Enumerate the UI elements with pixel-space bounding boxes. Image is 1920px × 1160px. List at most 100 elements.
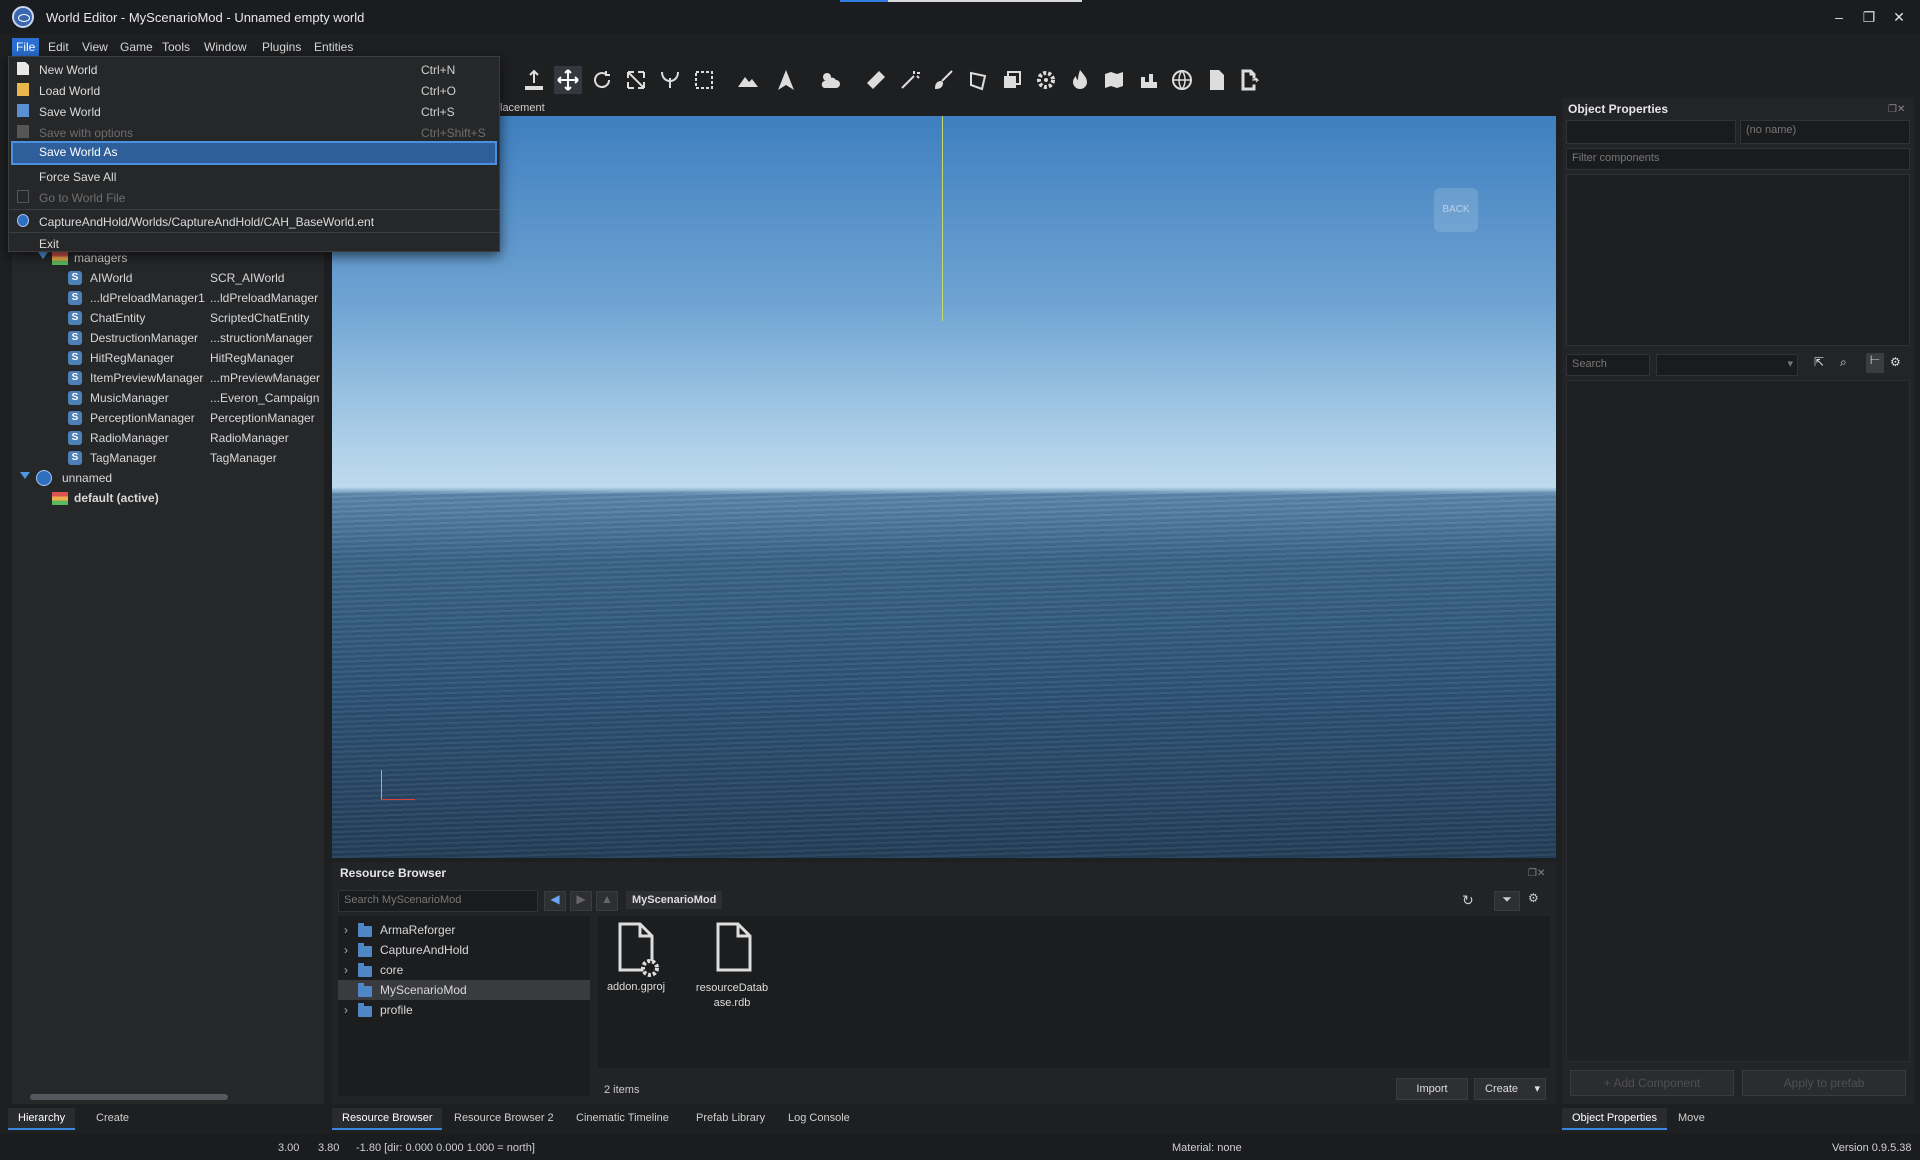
snap-to-ground-icon[interactable] [520, 66, 548, 94]
navigate-arrow-icon[interactable] [772, 66, 800, 94]
tree-row[interactable]: S HitRegManager HitRegManager [12, 348, 324, 368]
panel-float-icon[interactable]: ❐✕ [1528, 868, 1545, 879]
menu-item-save-world-as[interactable]: Save World As [11, 141, 497, 165]
chevron-right-icon[interactable]: › [344, 923, 348, 937]
tab-move[interactable]: Move [1668, 1108, 1715, 1130]
tree-row[interactable]: S ItemPreviewManager ...mPreviewManager [12, 368, 324, 388]
tree-row[interactable]: S DestructionManager ...structionManager [12, 328, 324, 348]
folder-row-selected[interactable]: MyScenarioMod [338, 980, 590, 1000]
expand-caret-icon[interactable] [38, 252, 48, 259]
refresh-icon[interactable]: ↻ [1462, 892, 1474, 909]
globe-icon[interactable] [1168, 66, 1196, 94]
menu-plugins[interactable]: Plugins [258, 38, 305, 56]
menu-item-recent-world[interactable]: CaptureAndHold/Worlds/CaptureAndHold/CAH… [9, 211, 499, 231]
close-icon[interactable]: ✕ [1890, 8, 1908, 26]
minimize-icon[interactable]: – [1830, 8, 1848, 26]
ruler-icon[interactable] [862, 66, 890, 94]
brush-icon[interactable] [930, 66, 958, 94]
menu-edit[interactable]: Edit [44, 38, 73, 56]
menu-item-force-save-all[interactable]: Force Save All [9, 166, 499, 186]
tree-row-world[interactable]: unnamed [12, 468, 324, 488]
import-icon[interactable] [1202, 66, 1230, 94]
restore-icon[interactable]: ❐ [1860, 8, 1878, 26]
tree-row[interactable]: S AIWorld SCR_AIWorld [12, 268, 324, 288]
weather-icon[interactable] [816, 66, 844, 94]
selection-box-icon[interactable] [690, 66, 718, 94]
chevron-right-icon[interactable]: › [344, 1003, 348, 1017]
folder-row[interactable]: › core [338, 960, 590, 980]
gear-icon[interactable]: ⚙ [1890, 355, 1901, 369]
tree-view-icon[interactable]: ⊢ [1866, 353, 1884, 373]
prefab-icon[interactable] [998, 66, 1026, 94]
open-external-icon[interactable]: ⇱ [1814, 355, 1824, 369]
menu-tools[interactable]: Tools [158, 38, 194, 56]
entity-name-field[interactable]: (no name) [1740, 120, 1910, 144]
tab-prefab-library[interactable]: Prefab Library [686, 1108, 775, 1130]
curve-tool-icon[interactable] [656, 66, 684, 94]
filter-components-input[interactable]: Filter components [1566, 148, 1910, 170]
tree-row[interactable]: S TagManager TagManager [12, 448, 324, 468]
tab-hierarchy[interactable]: Hierarchy [8, 1108, 76, 1130]
entity-class-field[interactable] [1566, 120, 1736, 144]
tab-log-console[interactable]: Log Console [778, 1108, 860, 1130]
fire-icon[interactable] [1066, 66, 1094, 94]
move-tool-icon[interactable] [554, 66, 582, 94]
shape-edit-icon[interactable] [964, 66, 992, 94]
tree-row[interactable]: S MusicManager ...Everon_Campaign [12, 388, 324, 408]
file-item[interactable]: resourceDatab ase.rdb [694, 922, 770, 1022]
up-arrow-icon[interactable]: ▲ [596, 891, 618, 911]
tree-row[interactable]: S RadioManager RadioManager [12, 428, 324, 448]
apply-prefab-button[interactable]: Apply to prefab [1742, 1070, 1906, 1096]
resource-search-input[interactable]: Search MyScenarioMod [338, 890, 538, 912]
search-icon[interactable]: ⌕ [1840, 355, 1847, 370]
tab-cinematic-timeline[interactable]: Cinematic Timeline [566, 1108, 679, 1130]
create-button[interactable]: Create ▾ [1474, 1078, 1546, 1100]
tree-row[interactable]: S PerceptionManager PerceptionManager [12, 408, 324, 428]
menu-item-save-with-options[interactable]: Save with options Ctrl+Shift+S [9, 122, 499, 142]
horizontal-scrollbar[interactable] [30, 1094, 228, 1100]
chevron-right-icon[interactable]: › [344, 943, 348, 957]
menu-item-load-world[interactable]: Load World Ctrl+O [9, 80, 499, 100]
tree-row-layer[interactable]: default (active) [12, 488, 324, 508]
export-icon[interactable] [1236, 66, 1264, 94]
breadcrumb-path[interactable]: MyScenarioMod [626, 891, 723, 909]
menu-file[interactable]: File [12, 38, 40, 56]
gear-icon[interactable]: ⚙ [1528, 891, 1539, 905]
viewport-tab[interactable]: lacement [500, 102, 545, 114]
menu-item-go-to-world-file[interactable]: Go to World File [9, 187, 499, 207]
menu-item-save-world[interactable]: Save World Ctrl+S [9, 101, 499, 121]
structure-icon[interactable] [1134, 66, 1162, 94]
expand-caret-icon[interactable] [20, 472, 30, 479]
tab-resource-browser-2[interactable]: Resource Browser 2 [444, 1108, 564, 1130]
viewport[interactable]: BACK [332, 116, 1556, 858]
menu-view[interactable]: View [78, 38, 112, 56]
settings-cogs-icon[interactable] [1032, 66, 1060, 94]
magic-wand-icon[interactable] [896, 66, 924, 94]
scale-tool-icon[interactable] [622, 66, 650, 94]
panel-float-icon[interactable]: ❐✕ [1888, 104, 1905, 115]
menu-window[interactable]: Window [200, 38, 251, 56]
back-arrow-icon[interactable]: ◀ [544, 891, 566, 911]
folder-row[interactable]: › ArmaReforger [338, 920, 590, 940]
add-component-button[interactable]: + Add Component [1570, 1070, 1734, 1096]
filter-icon[interactable]: ⏷ [1494, 891, 1520, 911]
tab-create[interactable]: Create [86, 1108, 139, 1130]
forward-arrow-icon[interactable]: ▶ [570, 891, 592, 911]
tree-row[interactable]: S ...ldPreloadManager1 ...ldPreloadManager [12, 288, 324, 308]
filter-dropdown[interactable]: ▾ [1656, 354, 1798, 376]
back-widget[interactable]: BACK [1434, 188, 1478, 232]
menu-entities[interactable]: Entities [310, 38, 357, 56]
menu-item-exit[interactable]: Exit [9, 233, 499, 253]
map-icon[interactable] [1100, 66, 1128, 94]
rotate-tool-icon[interactable] [588, 66, 616, 94]
import-button[interactable]: Import [1396, 1078, 1468, 1100]
file-item[interactable]: addon.gproj [606, 922, 666, 1012]
folder-row[interactable]: › profile [338, 1000, 590, 1020]
menu-item-new-world[interactable]: New World Ctrl+N [9, 59, 499, 79]
menu-game[interactable]: Game [116, 38, 157, 56]
tab-resource-browser[interactable]: Resource Browser [332, 1108, 443, 1130]
search-input[interactable]: Search [1566, 354, 1650, 376]
tab-object-properties[interactable]: Object Properties [1562, 1108, 1667, 1130]
chevron-right-icon[interactable]: › [344, 963, 348, 977]
folder-row[interactable]: › CaptureAndHold [338, 940, 590, 960]
